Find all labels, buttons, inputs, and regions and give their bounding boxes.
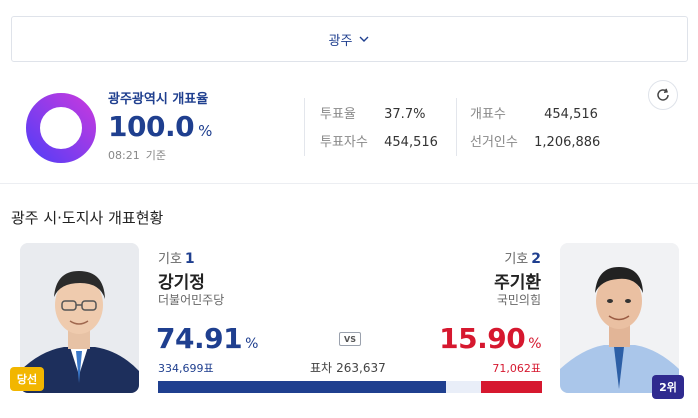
vote-share-segment-2 [480, 381, 542, 393]
section-divider [0, 183, 698, 184]
count-summary: 광주광역시 개표율 100.0% 08:21 기준 투표율 37.7% 투표자수 … [0, 70, 698, 182]
vote-share-segment-other [445, 381, 481, 393]
summary-divider [304, 98, 305, 156]
stat-electorate: 선거인수 1,206,886 [470, 131, 600, 150]
count-rate-value: 100.0 [108, 110, 195, 143]
stat-counted: 개표수 454,516 [470, 103, 598, 122]
margin-label: 표차 [310, 361, 333, 375]
winner-badge: 당선 [10, 367, 44, 391]
stat-label: 개표수 [470, 107, 506, 122]
percent-value: 74.91 [156, 322, 243, 355]
candidate-party-2: 국민의힘 [496, 293, 541, 307]
summary-timestamp: 08:21 기준 [108, 147, 166, 163]
stat-turnout: 투표율 37.7% [320, 103, 425, 122]
count-progress-arc [26, 93, 96, 163]
refresh-button[interactable] [648, 80, 678, 110]
vote-share-bar [158, 381, 542, 393]
count-rate-unit: % [198, 122, 212, 140]
region-select-label: 광주 [328, 33, 353, 49]
stat-value: 454,516 [384, 135, 438, 150]
chevron-down-icon [359, 36, 369, 42]
stat-value: 454,516 [544, 107, 598, 122]
number-label: 기호 [504, 252, 529, 267]
vote-margin: 표차 263,637 [310, 359, 386, 376]
summary-title: 광주광역시 개표율 [108, 92, 209, 107]
number-value: 2 [531, 251, 541, 267]
region-select-dropdown[interactable]: 광주 [11, 16, 688, 62]
candidate-number-2: 기호 2 [504, 248, 541, 267]
candidate-number-1: 기호 1 [158, 248, 195, 267]
percent-unit: % [528, 336, 541, 352]
rank-badge: 2위 [652, 375, 684, 399]
candidate-votes-1: 334,699표 [158, 362, 214, 375]
stat-value: 1,206,886 [534, 135, 601, 150]
percent-value: 15.90 [439, 322, 526, 355]
section-title: 광주 시·도지사 개표현황 [11, 209, 164, 227]
vote-share-segment-1 [158, 381, 446, 393]
count-progress-ring [26, 93, 96, 163]
number-value: 1 [184, 251, 195, 267]
summary-count-rate: 100.0% [108, 110, 212, 143]
timestamp-suffix: 기준 [145, 149, 166, 162]
candidate-photo-2 [560, 243, 679, 393]
candidate-name-2: 주기환 [494, 273, 541, 293]
candidate-percent-1: 74.91% [156, 322, 258, 355]
timestamp-value: 08:21 [108, 149, 140, 162]
candidate-portrait-2 [560, 243, 679, 393]
number-label: 기호 [158, 252, 182, 267]
stat-label: 투표자수 [320, 135, 368, 150]
margin-value: 263,637 [336, 361, 386, 375]
summary-divider [456, 98, 457, 156]
vs-label: VS [339, 332, 361, 346]
stat-label: 투표율 [320, 107, 356, 122]
candidate-name-1: 강기정 [158, 273, 205, 293]
stat-label: 선거인수 [470, 135, 518, 150]
stat-voters: 투표자수 454,516 [320, 131, 438, 150]
candidate-percent-2: 15.90% [439, 322, 541, 355]
stat-value: 37.7% [384, 107, 426, 122]
refresh-icon [657, 88, 669, 101]
candidate-party-1: 더불어민주당 [158, 293, 225, 307]
candidate-votes-2: 71,062표 [492, 362, 541, 375]
percent-unit: % [245, 336, 258, 352]
